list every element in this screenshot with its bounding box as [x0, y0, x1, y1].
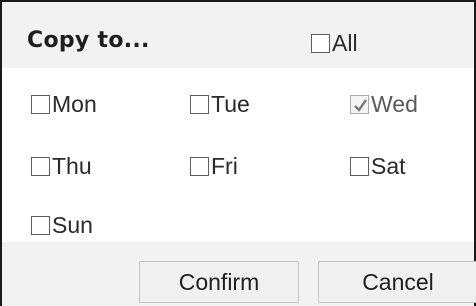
day-label-fri: Fri	[211, 153, 238, 179]
cancel-button[interactable]: Cancel	[318, 261, 476, 303]
all-label: All	[332, 30, 358, 56]
day-label-tue: Tue	[211, 91, 250, 117]
day-checkbox-sat-row[interactable]: Sat	[350, 153, 406, 180]
checkmark-icon	[354, 99, 367, 112]
dialog-title: Copy to...	[27, 28, 150, 53]
day-checkbox-mon[interactable]	[31, 95, 50, 114]
day-checkbox-tue-row[interactable]: Tue	[190, 91, 250, 118]
day-label-mon: Mon	[52, 91, 97, 117]
day-checkbox-thu[interactable]	[31, 157, 50, 176]
day-label-sun: Sun	[52, 212, 93, 238]
day-label-sat: Sat	[371, 153, 406, 179]
day-label-wed: Wed	[371, 91, 418, 117]
day-checkbox-mon-row[interactable]: Mon	[31, 91, 97, 118]
day-checkbox-sun[interactable]	[31, 216, 50, 235]
day-checkbox-fri[interactable]	[190, 157, 209, 176]
day-checkbox-sat[interactable]	[350, 157, 369, 176]
day-checkbox-thu-row[interactable]: Thu	[31, 153, 92, 180]
dialog-header: Copy to...	[2, 2, 474, 68]
day-label-thu: Thu	[52, 153, 92, 179]
day-checkbox-fri-row[interactable]: Fri	[190, 153, 238, 180]
day-checkbox-tue[interactable]	[190, 95, 209, 114]
all-checkbox[interactable]	[311, 34, 330, 53]
day-checkbox-wed	[350, 95, 369, 114]
confirm-button[interactable]: Confirm	[139, 261, 299, 303]
all-checkbox-row[interactable]: All	[311, 30, 358, 57]
day-checkbox-wed-row: Wed	[350, 91, 418, 118]
day-checkbox-sun-row[interactable]: Sun	[31, 212, 93, 239]
